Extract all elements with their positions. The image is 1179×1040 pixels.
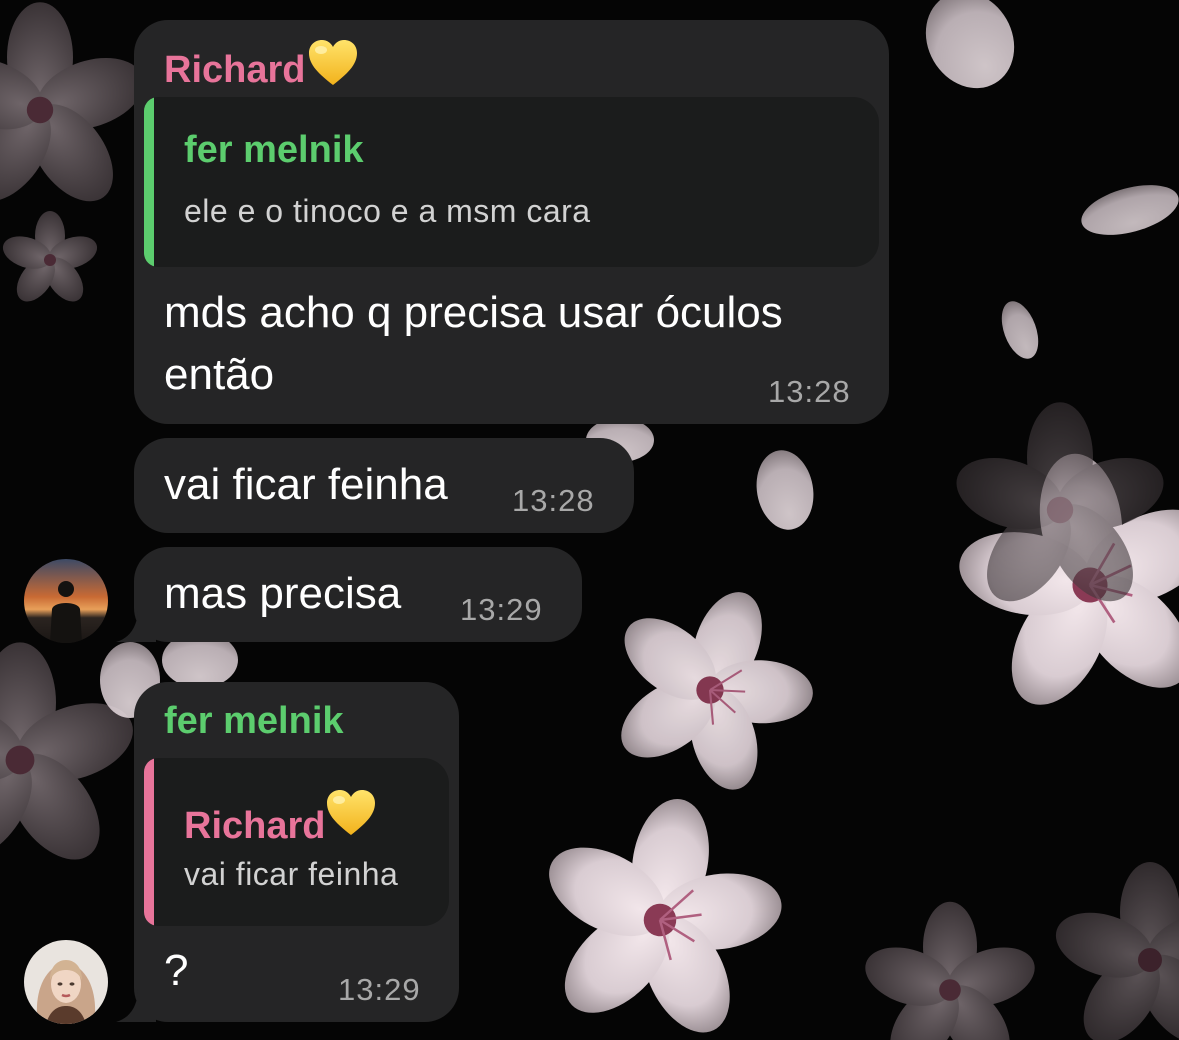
reply-author: fer melnik: [184, 129, 364, 171]
sender-name-fer[interactable]: fer melnik: [164, 700, 344, 743]
richard-avatar[interactable]: [24, 559, 108, 643]
reply-quote-bar: [144, 758, 154, 926]
message-timestamp: 13:28: [512, 483, 595, 518]
message-bubble-fer[interactable]: fer melnik Richard vai ficar feinha ? 13…: [134, 682, 459, 1022]
message-text-line-2: então: [164, 350, 275, 399]
yellow-heart-icon: [325, 790, 377, 847]
reply-quote-bar: [144, 97, 154, 267]
message-timestamp: 13:29: [338, 972, 421, 1007]
message-text: mas precisa: [164, 569, 402, 618]
reply-text: ele e o tinoco e a msm cara: [184, 193, 591, 229]
reply-quote[interactable]: Richard vai ficar feinha: [144, 758, 449, 926]
reply-quote[interactable]: fer melnik ele e o tinoco e a msm cara: [144, 97, 879, 267]
yellow-heart-icon: [307, 38, 359, 98]
fer-avatar[interactable]: [24, 940, 108, 1024]
message-bubble-richard-3[interactable]: mas precisa 13:29: [134, 547, 582, 642]
message-timestamp: 13:29: [460, 592, 543, 627]
message-text: ?: [164, 946, 189, 995]
message-timestamp: 13:28: [768, 374, 851, 409]
reply-author: Richard: [184, 788, 377, 848]
message-text-line-1: mds acho q precisa usar óculos: [164, 288, 783, 337]
message-text: vai ficar feinha: [164, 460, 448, 509]
sender-name-richard[interactable]: Richard: [164, 38, 359, 98]
reply-text: vai ficar feinha: [184, 856, 399, 892]
message-bubble-richard-1[interactable]: Richard fer melnik ele e o tinoco e a ms…: [134, 20, 889, 424]
message-bubble-richard-2[interactable]: vai ficar feinha 13:28: [134, 438, 634, 533]
